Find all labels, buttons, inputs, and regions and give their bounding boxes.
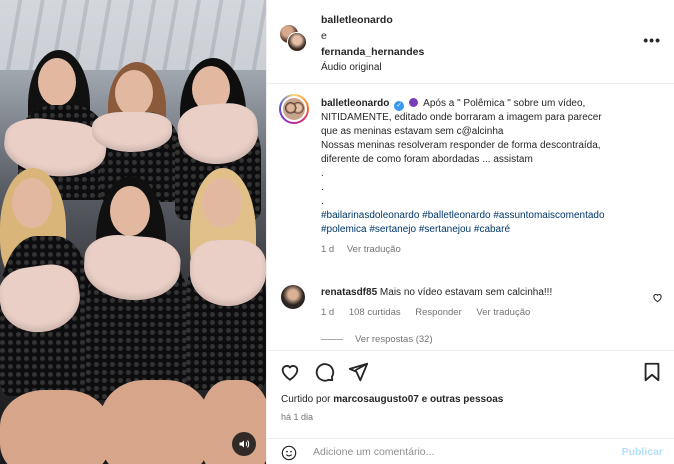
send-icon bbox=[348, 362, 369, 382]
emoji-button[interactable] bbox=[281, 445, 297, 464]
caption-dot: . bbox=[321, 182, 324, 193]
person-face bbox=[115, 70, 153, 116]
avatar[interactable] bbox=[281, 285, 305, 309]
author-username[interactable]: balletleonardo bbox=[321, 12, 424, 28]
action-bar bbox=[267, 350, 674, 392]
person-legs bbox=[100, 380, 210, 464]
held-garment bbox=[190, 240, 266, 306]
liked-prefix: Curtido por bbox=[281, 394, 331, 405]
person-face bbox=[12, 178, 52, 228]
comment-text: Mais no vídeo estavam sem calcinha!!! bbox=[379, 287, 553, 298]
liked-username[interactable]: marcosaugusto07 bbox=[333, 394, 419, 405]
liked-others[interactable]: e outras pessoas bbox=[422, 394, 504, 405]
audio-toggle-button[interactable] bbox=[232, 432, 256, 456]
caption-dot: . bbox=[321, 168, 324, 179]
comment-input[interactable]: Adicione um comentário... bbox=[313, 446, 434, 458]
held-garment bbox=[92, 112, 172, 152]
person-face bbox=[38, 58, 76, 106]
post-details-panel: balletleonardo e fernanda_hernandes Áudi… bbox=[266, 0, 674, 464]
avatar bbox=[287, 32, 307, 52]
verified-badge-icon: ✓ bbox=[394, 101, 405, 111]
more-horizontal-icon: ••• bbox=[643, 32, 661, 48]
caption-text: NITIDAMENTE, editado onde borraram a ima… bbox=[321, 112, 602, 123]
caption-dot: . bbox=[321, 196, 324, 207]
divider bbox=[321, 339, 343, 340]
comment-time: 1 d bbox=[321, 307, 335, 318]
collab-connector: e bbox=[321, 30, 327, 42]
post-video[interactable] bbox=[0, 0, 266, 464]
liked-by: Curtido por marcosaugusto07 e outras pes… bbox=[281, 394, 503, 405]
more-options-button[interactable]: ••• bbox=[643, 32, 661, 48]
like-button[interactable] bbox=[279, 361, 301, 383]
view-replies-label: Ver respostas (32) bbox=[355, 334, 433, 345]
person-legs bbox=[200, 380, 266, 464]
smiley-icon bbox=[281, 445, 297, 461]
caption-username[interactable]: balletleonardo bbox=[321, 98, 389, 109]
hashtags[interactable]: #polemica #sertanejo #sertanejou #cabaré bbox=[321, 223, 661, 237]
caption-time: 1 d bbox=[321, 244, 335, 255]
save-button[interactable] bbox=[641, 361, 663, 383]
comment-icon bbox=[315, 363, 335, 382]
ballet-emoji-icon bbox=[408, 98, 418, 107]
person-legs bbox=[0, 390, 110, 464]
caption-text: Nossas meninas resolveram responder de f… bbox=[321, 140, 601, 151]
view-replies-button[interactable]: Ver respostas (32) bbox=[321, 334, 433, 345]
translate-link[interactable]: Ver tradução bbox=[476, 307, 530, 318]
comment-username[interactable]: renatasdf85 bbox=[321, 287, 377, 298]
comment-button[interactable] bbox=[313, 361, 335, 383]
caption-text: Após a " Polêmica " sobre um vídeo, bbox=[423, 98, 586, 109]
post-header: balletleonardo e fernanda_hernandes Áudi… bbox=[267, 0, 674, 84]
person-face bbox=[110, 186, 150, 236]
hashtags[interactable]: #bailarinasdoleonardo #balletleonardo #a… bbox=[321, 209, 661, 223]
collaborator-username[interactable]: fernanda_hernandes bbox=[321, 44, 424, 60]
translate-link[interactable]: Ver tradução bbox=[347, 244, 401, 255]
author-avatar[interactable] bbox=[279, 94, 309, 124]
audio-label[interactable]: Áudio original bbox=[321, 60, 424, 76]
bookmark-icon bbox=[644, 362, 660, 382]
add-comment-bar: Adicione um comentário... Publicar bbox=[267, 438, 674, 464]
heart-icon bbox=[281, 365, 299, 381]
reply-button[interactable]: Responder bbox=[415, 307, 461, 318]
publish-button[interactable]: Publicar bbox=[622, 446, 663, 458]
caption-text: diferente de como foram abordadas ... as… bbox=[321, 154, 533, 165]
heart-icon bbox=[653, 294, 662, 303]
like-comment-button[interactable] bbox=[652, 292, 663, 306]
comment-likes[interactable]: 108 curtidas bbox=[349, 307, 401, 318]
post-time: há 1 dia bbox=[281, 412, 314, 422]
person-face bbox=[202, 178, 242, 228]
share-button[interactable] bbox=[347, 361, 369, 383]
caption-text: que as meninas estavam sem c@alcinha bbox=[321, 126, 504, 137]
collab-avatars[interactable] bbox=[279, 24, 307, 52]
speaker-icon bbox=[239, 440, 250, 448]
